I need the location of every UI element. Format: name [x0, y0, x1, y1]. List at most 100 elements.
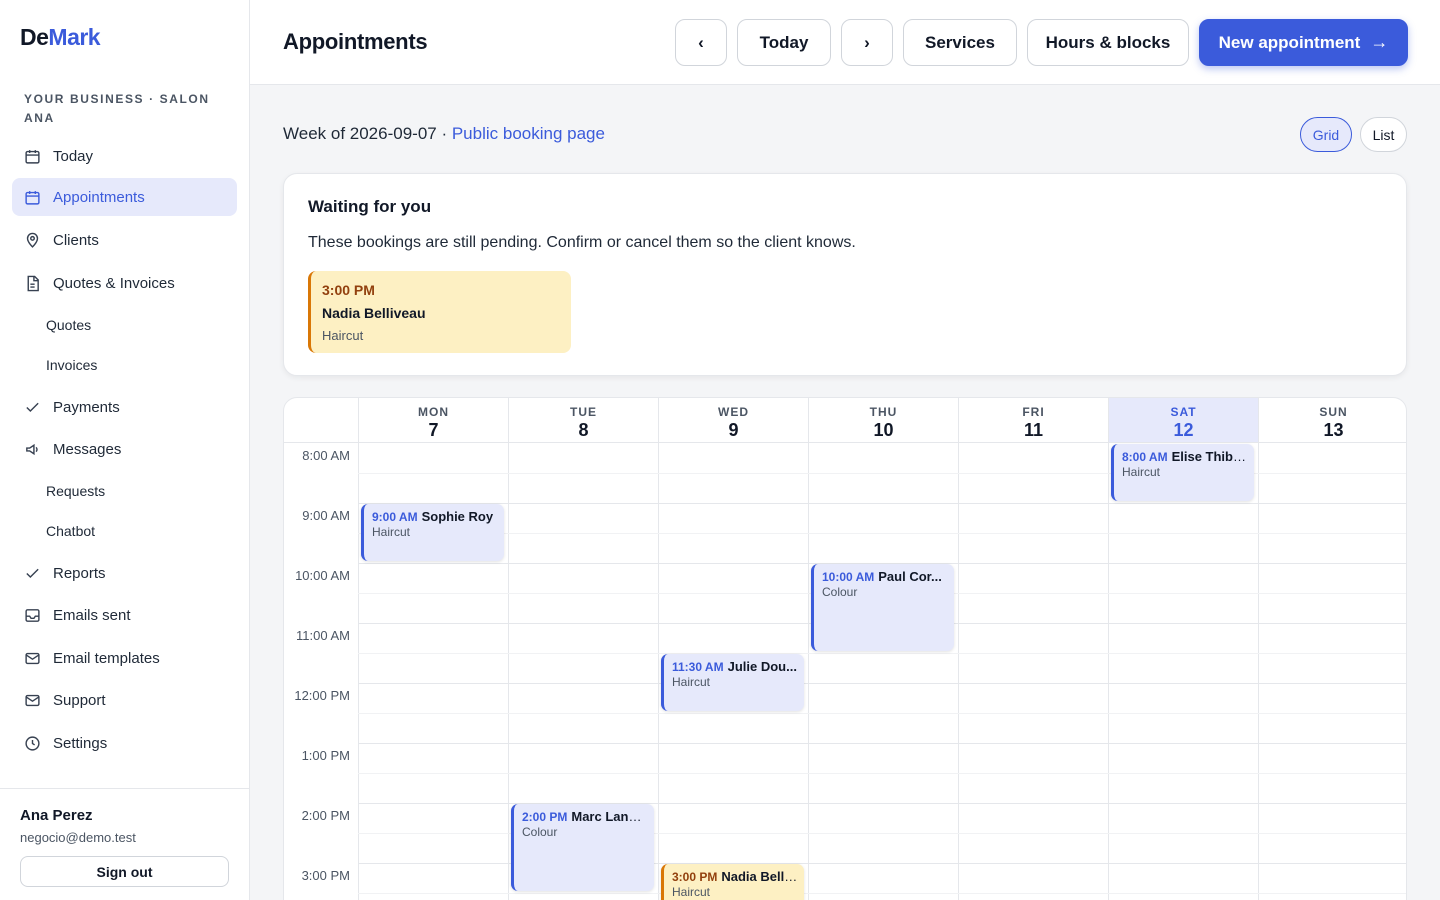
- calendar-icon: [24, 148, 41, 165]
- appointment-header: 2:00 PM Marc Landry: [522, 809, 654, 824]
- day-header-wed[interactable]: WED 9: [658, 398, 808, 443]
- appointment-time: 11:30 AM: [672, 660, 724, 674]
- appointment-client: Nadia Belli...: [721, 869, 799, 884]
- appointment-block[interactable]: 10:00 AM Paul Cor... Colour: [811, 564, 954, 651]
- appointment-block[interactable]: 11:30 AM Julie Dou... Haircut: [661, 654, 804, 711]
- check-icon: [24, 565, 41, 582]
- day-name: WED: [718, 405, 749, 419]
- appointment-block[interactable]: 8:00 AM Elise Thiba... Haircut: [1111, 444, 1254, 501]
- sidebar-item-payments[interactable]: Payments: [12, 388, 237, 426]
- document-icon: [24, 275, 41, 292]
- user-panel: Ana Perez negocio@demo.test Sign out: [0, 788, 250, 900]
- day-header-thu[interactable]: THU 10: [808, 398, 958, 443]
- brand-part-2: Mark: [48, 24, 101, 50]
- day-header-tue[interactable]: TUE 8: [508, 398, 658, 443]
- day-name: FRI: [1022, 405, 1045, 419]
- sidebar-item-label: Clients: [53, 231, 99, 249]
- appointment-time: 8:00 AM: [1122, 450, 1168, 464]
- appointment-block[interactable]: 9:00 AM Sophie Roy Haircut: [361, 504, 504, 561]
- hour-line: [358, 503, 1406, 504]
- week-calendar-grid: MON 7 TUE 8 WED 9 THU 10 FRI 11 SAT 12 SUN 13 8:00 AM 9…: [283, 397, 1407, 900]
- top-bar: Appointments ‹ Today › Services Hours & …: [250, 0, 1440, 85]
- day-header-fri[interactable]: FRI 11: [958, 398, 1108, 443]
- sidebar-subitem-chatbot[interactable]: Chatbot: [46, 516, 95, 546]
- next-week-button[interactable]: ›: [841, 19, 893, 66]
- hour-label: 8:00 AM: [302, 448, 350, 463]
- new-appointment-label: New appointment: [1218, 32, 1361, 52]
- sidebar-item-support[interactable]: Support: [12, 681, 237, 719]
- map-pin-icon: [24, 232, 41, 249]
- sidebar-item-settings[interactable]: Settings: [12, 724, 237, 762]
- appointment-block[interactable]: 2:00 PM Marc Landry Colour: [511, 804, 654, 891]
- sidebar-subitem-quotes[interactable]: Quotes: [46, 310, 91, 340]
- appointment-header: 3:00 PM Nadia Belli...: [672, 869, 804, 884]
- sidebar-item-reports[interactable]: Reports: [12, 554, 237, 592]
- public-booking-link[interactable]: Public booking page: [452, 124, 605, 143]
- column-divider: [1258, 443, 1259, 900]
- new-appointment-button[interactable]: New appointment →: [1199, 19, 1408, 66]
- today-button[interactable]: Today: [737, 19, 831, 66]
- day-header-sat[interactable]: SAT 12: [1108, 398, 1258, 443]
- day-date: 8: [578, 420, 589, 440]
- business-label: YOUR BUSINESS · SALON ANA: [24, 92, 210, 125]
- week-info: Week of 2026-09-07 · Public booking page: [283, 124, 605, 144]
- arrow-right-icon: →: [1370, 32, 1389, 52]
- time-gutter-header: [284, 398, 358, 443]
- sidebar-item-clients[interactable]: Clients: [12, 221, 237, 259]
- user-email: negocio@demo.test: [20, 830, 136, 845]
- sidebar-item-label: Payments: [53, 398, 120, 416]
- day-date: 10: [873, 420, 894, 440]
- hours-blocks-button[interactable]: Hours & blocks: [1027, 19, 1189, 66]
- week-label: Week of 2026-09-07 ·: [283, 124, 452, 143]
- day-date: 13: [1323, 420, 1344, 440]
- day-header-sun[interactable]: SUN 13: [1258, 398, 1406, 443]
- half-hour-line: [358, 713, 1406, 714]
- pending-booking-service: Haircut: [322, 328, 364, 343]
- pending-booking-card[interactable]: 3:00 PM Nadia Belliveau Haircut: [308, 271, 571, 353]
- previous-week-button[interactable]: ‹: [675, 19, 727, 66]
- column-divider: [808, 443, 809, 900]
- brand-logo[interactable]: DeMark: [20, 24, 101, 51]
- megaphone-icon: [24, 441, 41, 458]
- appointment-block[interactable]: 3:00 PM Nadia Belli... Haircut: [661, 864, 804, 900]
- sidebar-item-messages[interactable]: Messages: [12, 430, 237, 468]
- day-date: 11: [1023, 420, 1044, 440]
- sidebar: DeMark YOUR BUSINESS · SALON ANA Today A…: [0, 0, 250, 900]
- pending-booking-time: 3:00 PM: [322, 282, 375, 298]
- half-hour-line: [358, 533, 1406, 534]
- sidebar-item-appointments[interactable]: Appointments: [12, 178, 237, 216]
- appointment-header: 10:00 AM Paul Cor...: [822, 569, 954, 584]
- list-view-toggle[interactable]: List: [1360, 117, 1407, 152]
- sidebar-item-quotes-invoices[interactable]: Quotes & Invoices: [12, 264, 237, 302]
- sidebar-item-label: Appointments: [53, 188, 145, 206]
- brand-part-1: De: [20, 24, 49, 50]
- day-name: SAT: [1170, 405, 1197, 419]
- sign-out-button[interactable]: Sign out: [20, 856, 229, 887]
- appointment-service: Haircut: [372, 525, 411, 539]
- appointment-header: 8:00 AM Elise Thiba...: [1122, 449, 1254, 464]
- appointment-client: Julie Dou...: [727, 659, 797, 674]
- day-name: TUE: [570, 405, 597, 419]
- sidebar-subitem-requests[interactable]: Requests: [46, 476, 105, 506]
- hour-label: 1:00 PM: [301, 748, 350, 763]
- sidebar-subitem-invoices[interactable]: Invoices: [46, 350, 97, 380]
- sidebar-item-email-templates[interactable]: Email templates: [12, 639, 237, 677]
- day-header-mon[interactable]: MON 7: [358, 398, 508, 443]
- hour-label: 10:00 AM: [295, 568, 350, 583]
- user-name: Ana Perez: [20, 807, 93, 824]
- appointment-client: Elise Thiba...: [1171, 449, 1252, 464]
- check-icon: [24, 399, 41, 416]
- appointment-service: Haircut: [1122, 465, 1161, 479]
- sidebar-item-emails-sent[interactable]: Emails sent: [12, 596, 237, 634]
- appointment-time: 10:00 AM: [822, 570, 875, 584]
- clock-icon: [24, 735, 41, 752]
- sidebar-item-today[interactable]: Today: [12, 137, 237, 175]
- appointment-client: Marc Landry: [571, 809, 649, 824]
- sidebar-item-label: Reports: [53, 564, 106, 582]
- hour-label: 3:00 PM: [301, 868, 350, 883]
- grid-view-toggle[interactable]: Grid: [1300, 117, 1352, 152]
- hour-label: 11:00 AM: [296, 628, 350, 643]
- services-button[interactable]: Services: [903, 19, 1017, 66]
- sidebar-item-label: Support: [53, 691, 106, 709]
- hour-label: 2:00 PM: [301, 808, 350, 823]
